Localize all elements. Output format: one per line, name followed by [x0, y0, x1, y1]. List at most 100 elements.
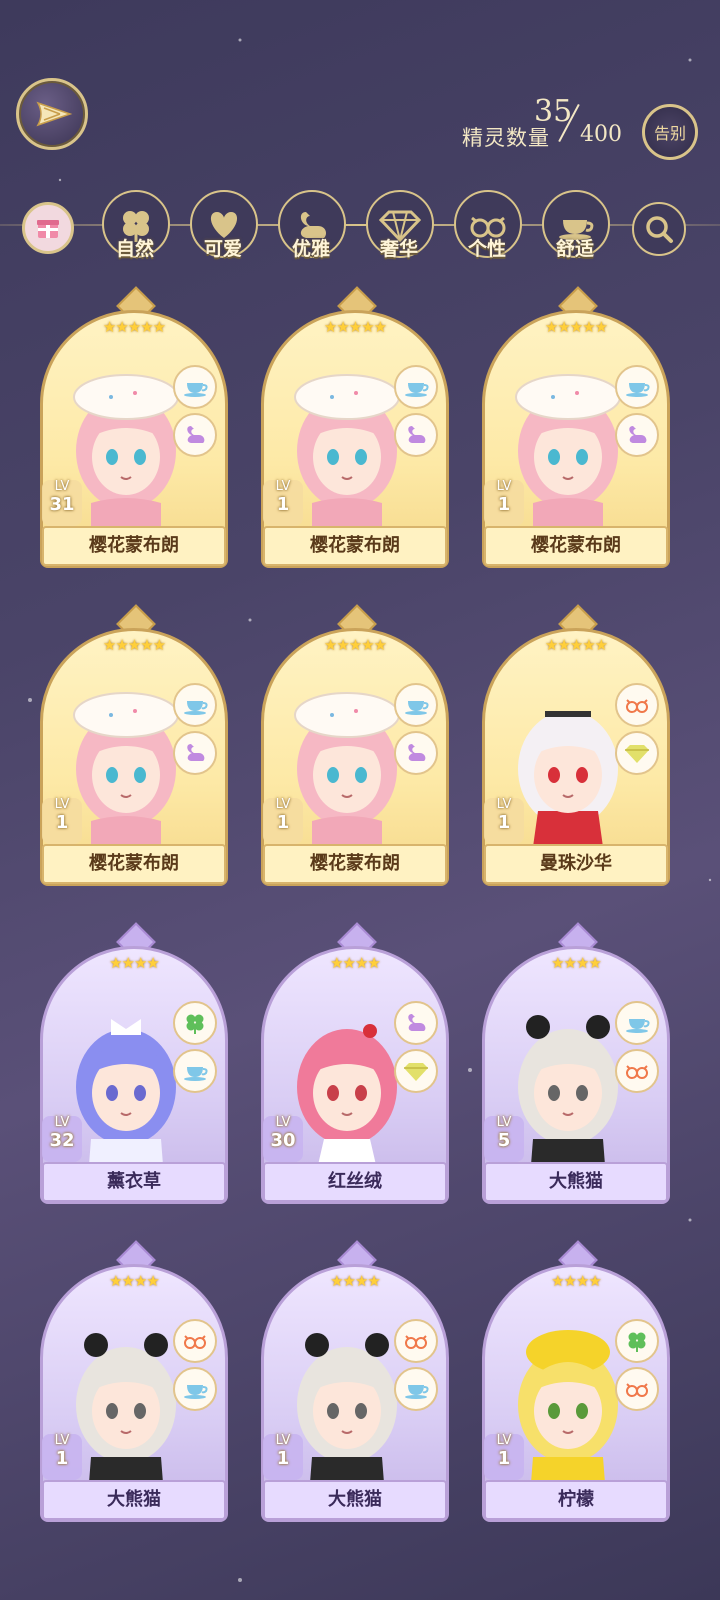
- glasses-icon: [615, 683, 659, 727]
- rarity-stars: ★★★★★: [323, 318, 387, 336]
- wing-back-icon: [36, 101, 73, 127]
- rarity-stars: ★★★★: [551, 1272, 602, 1290]
- rarity-stars: ★★★★: [330, 1272, 381, 1290]
- swan-icon: [394, 413, 438, 457]
- filter-comfort[interactable]: 舒适: [538, 190, 612, 270]
- spirit-card[interactable]: ★★★★★ LV 1 樱花蒙布朗: [261, 604, 449, 886]
- level-value: 1: [55, 812, 69, 833]
- character-name: 薰衣草: [42, 1162, 226, 1202]
- filter-luxury-label: 奢华: [379, 238, 418, 260]
- level-label: LV: [275, 1433, 291, 1448]
- rarity-stars: ★★★★★: [544, 636, 608, 654]
- filter-elegant[interactable]: 优雅: [274, 190, 348, 270]
- glasses-icon: [615, 1367, 659, 1411]
- level-value: 1: [55, 1448, 69, 1469]
- rarity-stars: ★★★★★: [102, 636, 166, 654]
- teacup-icon: [615, 1001, 659, 1045]
- level-value: 30: [270, 1130, 296, 1151]
- filter-luxury[interactable]: 奢华: [362, 190, 436, 270]
- filter-personality[interactable]: 个性: [450, 190, 524, 270]
- rarity-stars: ★★★★★: [544, 318, 608, 336]
- spirit-card[interactable]: ★★★★★ LV 31 樱花蒙布朗: [40, 286, 228, 568]
- spirit-card[interactable]: ★★★★★ LV 1 曼珠沙华: [482, 604, 670, 886]
- glasses-icon: [173, 1319, 217, 1363]
- level-label: LV: [496, 797, 512, 812]
- character-name: 樱花蒙布朗: [42, 526, 226, 566]
- filter-comfort-label: 舒适: [555, 238, 594, 260]
- glasses-icon: [615, 1049, 659, 1093]
- level-label: LV: [275, 1115, 291, 1130]
- spirit-card[interactable]: ★★★★ LV 32 薰衣草: [40, 922, 228, 1204]
- level-label: LV: [496, 479, 512, 494]
- spirit-card[interactable]: ★★★★ LV 1 柠檬: [482, 1240, 670, 1522]
- diamond-icon: [394, 1049, 438, 1093]
- back-button[interactable]: [16, 78, 88, 150]
- level-value: 5: [497, 1130, 511, 1151]
- level-badge: LV 30: [263, 1116, 303, 1162]
- character-name: 红丝绒: [263, 1162, 447, 1202]
- spirit-card[interactable]: ★★★★ LV 1 大熊猫: [261, 1240, 449, 1522]
- character-name: 柠檬: [484, 1480, 668, 1520]
- teacup-icon: [173, 365, 217, 409]
- level-badge: LV 1: [42, 1434, 82, 1480]
- level-value: 1: [497, 812, 511, 833]
- level-value: 1: [276, 494, 290, 515]
- level-badge: LV 1: [263, 480, 303, 526]
- filter-cute[interactable]: 可爱: [186, 190, 260, 270]
- level-label: LV: [54, 1115, 70, 1130]
- spirit-card[interactable]: ★★★★★ LV 1 樱花蒙布朗: [40, 604, 228, 886]
- farewell-button[interactable]: 告别: [642, 104, 698, 160]
- rarity-stars: ★★★★★: [102, 318, 166, 336]
- level-badge: LV 1: [263, 798, 303, 844]
- teacup-icon: [394, 365, 438, 409]
- level-badge: LV 1: [484, 798, 524, 844]
- level-badge: LV 1: [484, 1434, 524, 1480]
- character-name: 大熊猫: [263, 1480, 447, 1520]
- level-badge: LV 1: [42, 798, 82, 844]
- rarity-stars: ★★★★: [109, 954, 160, 972]
- character-name: 樱花蒙布朗: [484, 526, 668, 566]
- level-label: LV: [496, 1115, 512, 1130]
- filter-personality-label: 个性: [467, 238, 506, 260]
- spirit-card[interactable]: ★★★★★ LV 1 樱花蒙布朗: [261, 286, 449, 568]
- level-label: LV: [54, 797, 70, 812]
- search-button[interactable]: [632, 202, 686, 256]
- rarity-stars: ★★★★: [330, 954, 381, 972]
- rarity-stars: ★★★★★: [323, 636, 387, 654]
- all-filter-button[interactable]: [22, 202, 74, 254]
- spirit-card[interactable]: ★★★★ LV 5 大熊猫: [482, 922, 670, 1204]
- level-value: 1: [276, 812, 290, 833]
- spirit-card[interactable]: ★★★★ LV 1 大熊猫: [40, 1240, 228, 1522]
- filter-nature[interactable]: 自然: [98, 190, 172, 270]
- clover-icon: [615, 1319, 659, 1363]
- swan-icon: [394, 1001, 438, 1045]
- rarity-stars: ★★★★: [109, 1272, 160, 1290]
- level-label: LV: [275, 479, 291, 494]
- level-badge: LV 31: [42, 480, 82, 526]
- diamond-icon: [615, 731, 659, 775]
- swan-icon: [394, 731, 438, 775]
- swan-icon: [615, 413, 659, 457]
- attribute-filter-bar: 自然 可爱 优雅 奢华 个性 舒适: [0, 190, 720, 270]
- level-label: LV: [54, 1433, 70, 1448]
- teacup-icon: [173, 1049, 217, 1093]
- filter-cute-label: 可爱: [203, 238, 242, 260]
- spirit-card[interactable]: ★★★★ LV 30 红丝绒: [261, 922, 449, 1204]
- level-label: LV: [275, 797, 291, 812]
- clover-icon: [173, 1001, 217, 1045]
- teacup-icon: [394, 683, 438, 727]
- spirit-count: 精灵数量 35 400: [462, 94, 632, 154]
- level-value: 1: [276, 1448, 290, 1469]
- teacup-icon: [173, 1367, 217, 1411]
- level-value: 32: [49, 1130, 75, 1151]
- header: 精灵数量 35 400 告别: [0, 0, 720, 180]
- spirit-count-max: 400: [580, 122, 622, 147]
- filter-elegant-label: 优雅: [291, 238, 330, 260]
- character-name: 大熊猫: [42, 1480, 226, 1520]
- spirit-card[interactable]: ★★★★★ LV 1 樱花蒙布朗: [482, 286, 670, 568]
- level-badge: LV 32: [42, 1116, 82, 1162]
- level-label: LV: [496, 1433, 512, 1448]
- filter-nature-label: 自然: [115, 238, 154, 260]
- character-name: 樱花蒙布朗: [263, 844, 447, 884]
- teacup-icon: [394, 1367, 438, 1411]
